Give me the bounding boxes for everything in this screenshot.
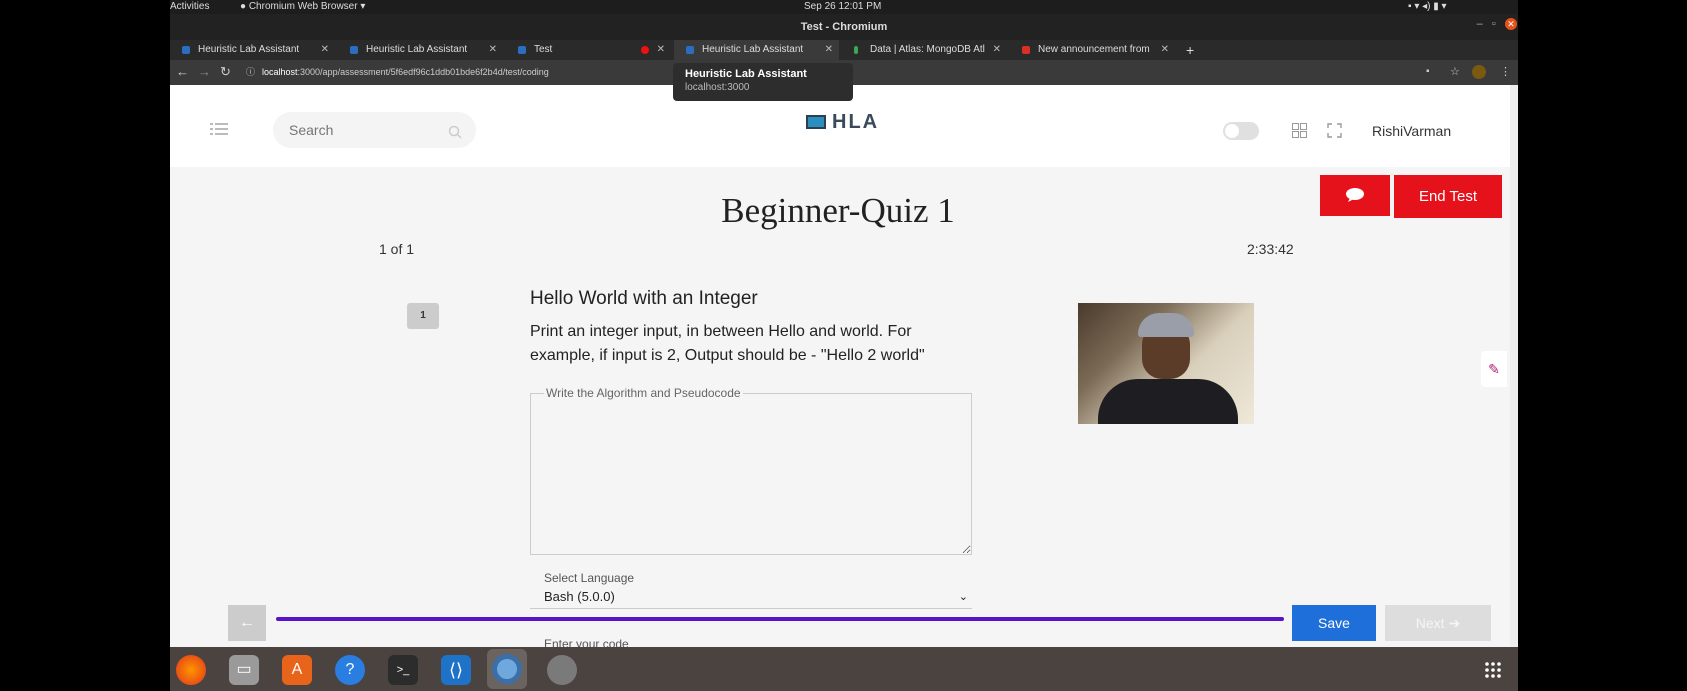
system-top-bar: Activities ● Chromium Web Browser ▾ Sep … [170,0,1518,14]
countdown-timer: 2:33:42 [1247,241,1294,257]
tooltip-url: localhost:3000 [685,82,750,93]
close-tab-icon[interactable]: ✕ [489,40,497,60]
menu-list-icon[interactable] [210,123,228,135]
monitor-logo-icon [806,115,826,129]
language-select[interactable]: Bash (5.0.0) ⌄ [530,585,972,609]
tab-heuristic-1[interactable]: Heuristic Lab Assistant ✕ [170,40,335,60]
tab-label: Heuristic Lab Assistant [198,44,300,55]
question-counter: 1 of 1 [379,241,415,257]
quiz-title: Beginner-Quiz 1 [721,191,955,230]
language-select-label: Select Language [544,571,635,585]
algorithm-textarea[interactable] [530,393,972,555]
minimize-icon[interactable]: – [1477,18,1483,30]
maximize-icon[interactable]: ▫ [1492,18,1496,30]
logo-text: HLA [832,111,880,133]
close-window-icon[interactable]: ✕ [1505,18,1517,30]
recording-indicator-icon [641,46,649,54]
browser-app-menu-label: Chromium Web Browser [248,1,358,12]
theme-toggle[interactable] [1223,122,1259,140]
webcam-person-body [1098,379,1238,424]
new-tab-button[interactable]: + [1180,40,1204,60]
site-info-icon[interactable]: ⓘ [246,64,255,81]
arrow-left-icon: ← [239,614,255,631]
firefox-icon[interactable] [176,655,206,685]
bookmark-star-icon[interactable]: ☆ [1450,65,1460,78]
url-host: localhost [262,67,298,77]
files-icon[interactable]: ▭ [229,655,259,685]
hla-favicon-icon [518,46,526,54]
software-center-icon[interactable]: A [282,655,312,685]
hla-favicon-icon [350,46,358,54]
mongodb-leaf-icon [854,46,858,54]
camera-in-use-icon[interactable]: ▪ [1426,66,1430,77]
vscode-icon[interactable]: ⟨⟩ [441,655,471,685]
url-path: :3000/app/assessment/5f6edf96c1ddb01bde6… [297,67,549,77]
next-label: Next [1415,615,1445,631]
system-tray-icons[interactable]: ▪ ▾ ◂) ▮ ▾ [1408,1,1447,12]
show-apps-icon[interactable] [1484,661,1502,679]
tab-label: Heuristic Lab Assistant [366,44,468,55]
tab-label: Data | Atlas: MongoDB Atl [870,44,985,55]
help-icon[interactable]: ? [335,655,365,685]
chromium-icon [492,654,522,684]
webcam-app-icon[interactable] [547,655,577,685]
terminal-icon[interactable]: >_ [388,655,418,685]
magic-wand-icon: ✎ [1488,361,1500,377]
page-scrollbar[interactable] [1510,85,1518,647]
tab-heuristic-2[interactable]: Heuristic Lab Assistant ✕ [338,40,503,60]
code-field-label: Enter your code [544,637,629,647]
close-tab-icon[interactable]: ✕ [825,40,833,60]
tab-label: New announcement from [1038,44,1150,55]
webcam-preview [1078,303,1254,424]
browser-app-menu[interactable]: ● Chromium Web Browser ▾ [240,1,365,12]
system-clock[interactable]: Sep 26 12:01 PM [804,1,881,12]
previous-button[interactable]: ← [228,605,266,641]
question-title: Hello World with an Integer [530,288,758,309]
chromium-dock-slot[interactable] [487,649,527,689]
tab-mongodb[interactable]: Data | Atlas: MongoDB Atl ✕ [842,40,1007,60]
browser-menu-icon[interactable]: ⋮ [1500,65,1511,78]
forward-arrow-icon[interactable]: → [198,64,211,79]
back-arrow-icon[interactable]: ← [176,64,189,79]
tab-strip: Heuristic Lab Assistant ✕ Heuristic Lab … [170,40,1518,60]
arrow-right-icon: ➔ [1448,615,1461,631]
window-title: Test - Chromium [170,14,1518,40]
user-name[interactable]: RishiVarman [1372,123,1451,139]
question-nav-1[interactable]: 1 [407,303,439,329]
close-tab-icon[interactable]: ✕ [1161,40,1169,60]
search-icon[interactable] [448,125,462,139]
gmail-icon [1022,46,1030,54]
close-tab-icon[interactable]: ✕ [321,40,329,60]
tab-hover-tooltip: Heuristic Lab Assistant localhost:3000 [673,63,853,101]
chevron-down-icon: ⌄ [958,591,968,603]
tooltip-title: Heuristic Lab Assistant [685,68,807,80]
next-button[interactable]: Next ➔ [1385,605,1491,641]
reload-icon[interactable]: ↻ [220,64,231,80]
question-description: Print an integer input, in between Hello… [530,323,925,364]
tab-label: Heuristic Lab Assistant [702,44,804,55]
progress-bar [276,617,1284,621]
search-input[interactable] [273,112,476,148]
window-controls[interactable]: – ▫ ✕ [1477,18,1517,30]
fullscreen-icon[interactable] [1327,123,1342,138]
tab-test[interactable]: Test ✕ [506,40,671,60]
close-tab-icon[interactable]: ✕ [657,40,665,60]
hla-favicon-icon [686,46,694,54]
language-selected-value: Bash (5.0.0) [544,589,615,604]
tab-label: Test [534,44,553,55]
algorithm-field-label: Write the Algorithm and Pseudocode [544,386,743,400]
save-button[interactable]: Save [1292,605,1376,641]
webcam-person-cap [1138,313,1194,337]
grid-apps-icon[interactable] [1292,123,1307,138]
profile-avatar[interactable] [1472,65,1486,79]
activities-button[interactable]: Activities [170,1,209,12]
tab-heuristic-3[interactable]: Heuristic Lab Assistant ✕ [674,40,839,60]
hla-favicon-icon [182,46,190,54]
page-viewport: HLA RishiVarman End Test Beginner-Quiz 1… [170,85,1518,647]
close-tab-icon[interactable]: ✕ [993,40,1001,60]
magic-wand-button[interactable]: ✎ [1481,351,1507,387]
tab-announcement[interactable]: New announcement from ✕ [1010,40,1175,60]
taskbar-dock: ▭ A ? >_ ⟨⟩ [170,647,1518,691]
app-logo[interactable]: HLA [806,111,879,134]
